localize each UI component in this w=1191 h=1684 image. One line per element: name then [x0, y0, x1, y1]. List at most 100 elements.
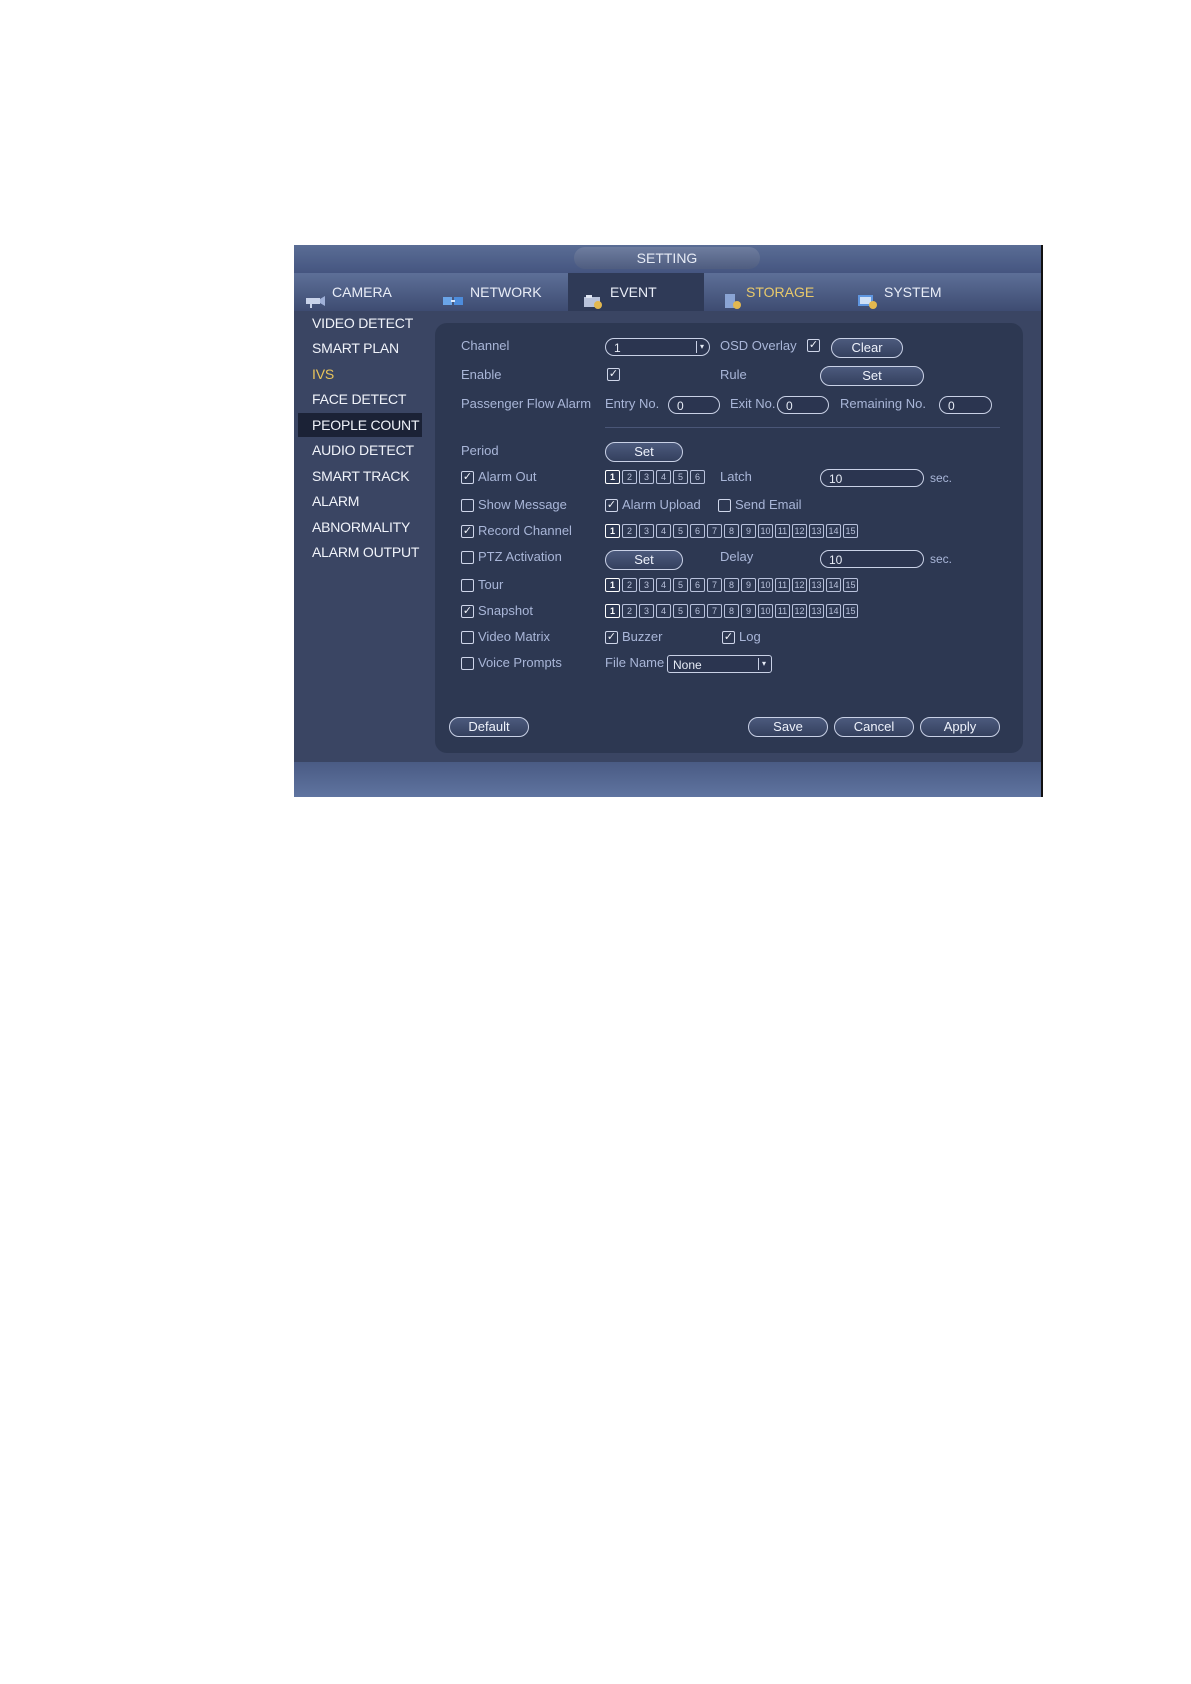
entry-no-input[interactable]: 0	[668, 396, 720, 414]
tab-event[interactable]: EVENT	[568, 273, 704, 311]
tab-network[interactable]: NETWORK	[442, 273, 562, 311]
record-channel-15[interactable]: 15	[843, 524, 858, 538]
sidebar-item-ivs[interactable]: IVS	[312, 366, 334, 382]
latch-input[interactable]: 10	[820, 469, 924, 487]
tour-channel-15[interactable]: 15	[843, 578, 858, 592]
snapshot-channel-1[interactable]: 1	[605, 604, 620, 618]
remaining-no-input[interactable]: 0	[939, 396, 992, 414]
record-channel-13[interactable]: 13	[809, 524, 824, 538]
tour-channel-2[interactable]: 2	[622, 578, 637, 592]
snapshot-channel-12[interactable]: 12	[792, 604, 807, 618]
snapshot-channel-3[interactable]: 3	[639, 604, 654, 618]
alarm-out-channel-2[interactable]: 2	[622, 470, 637, 484]
alarm-out-channel-5[interactable]: 5	[673, 470, 688, 484]
tab-camera[interactable]: CAMERA	[304, 273, 414, 311]
tour-channel-3[interactable]: 3	[639, 578, 654, 592]
record-channel-2[interactable]: 2	[622, 524, 637, 538]
snapshot-channel-8[interactable]: 8	[724, 604, 739, 618]
alarm-upload-checkbox[interactable]: ✓	[605, 499, 618, 512]
camera-icon	[304, 285, 326, 309]
tour-channel-7[interactable]: 7	[707, 578, 722, 592]
record-channel-5[interactable]: 5	[673, 524, 688, 538]
apply-button[interactable]: Apply	[920, 717, 1000, 737]
tab-storage[interactable]: STORAGE	[722, 273, 842, 311]
snapshot-channel-4[interactable]: 4	[656, 604, 671, 618]
tour-channel-11[interactable]: 11	[775, 578, 790, 592]
cancel-button[interactable]: Cancel	[834, 717, 914, 737]
show-message-checkbox[interactable]	[461, 499, 474, 512]
sidebar-item-smart-track[interactable]: SMART TRACK	[312, 468, 410, 484]
record-channel-3[interactable]: 3	[639, 524, 654, 538]
log-checkbox[interactable]: ✓	[722, 631, 735, 644]
tour-channel-4[interactable]: 4	[656, 578, 671, 592]
voice-prompts-checkbox[interactable]	[461, 657, 474, 670]
record-channel-12[interactable]: 12	[792, 524, 807, 538]
record-channel-1[interactable]: 1	[605, 524, 620, 538]
alarm-out-channel-4[interactable]: 4	[656, 470, 671, 484]
record-channel-6[interactable]: 6	[690, 524, 705, 538]
snapshot-channel-9[interactable]: 9	[741, 604, 756, 618]
video-matrix-checkbox[interactable]	[461, 631, 474, 644]
record-channel-8[interactable]: 8	[724, 524, 739, 538]
tour-channel-6[interactable]: 6	[690, 578, 705, 592]
tour-channel-10[interactable]: 10	[758, 578, 773, 592]
record-channel-11[interactable]: 11	[775, 524, 790, 538]
tour-channel-12[interactable]: 12	[792, 578, 807, 592]
log-label: Log	[739, 629, 761, 644]
alarm-out-channel-3[interactable]: 3	[639, 470, 654, 484]
rule-set-button[interactable]: Set	[820, 366, 924, 386]
clear-button[interactable]: Clear	[831, 338, 903, 358]
snapshot-channel-2[interactable]: 2	[622, 604, 637, 618]
sidebar-item-alarm-output[interactable]: ALARM OUTPUT	[312, 544, 419, 560]
tour-channel-14[interactable]: 14	[826, 578, 841, 592]
record-channel-checkbox[interactable]: ✓	[461, 525, 474, 538]
alarm-out-checkbox[interactable]: ✓	[461, 471, 474, 484]
sidebar-item-abnormality[interactable]: ABNORMALITY	[312, 519, 410, 535]
tour-channel-1[interactable]: 1	[605, 578, 620, 592]
record-channel-10[interactable]: 10	[758, 524, 773, 538]
alarm-out-channel-6[interactable]: 6	[690, 470, 705, 484]
record-channel-14[interactable]: 14	[826, 524, 841, 538]
snapshot-channel-10[interactable]: 10	[758, 604, 773, 618]
tour-channel-8[interactable]: 8	[724, 578, 739, 592]
snapshot-channel-14[interactable]: 14	[826, 604, 841, 618]
buzzer-checkbox[interactable]: ✓	[605, 631, 618, 644]
tour-channel-9[interactable]: 9	[741, 578, 756, 592]
tab-system[interactable]: SYSTEM	[856, 273, 976, 311]
tour-checkbox[interactable]	[461, 579, 474, 592]
default-button[interactable]: Default	[449, 717, 529, 737]
snapshot-channel-6[interactable]: 6	[690, 604, 705, 618]
period-set-button[interactable]: Set	[605, 442, 683, 462]
file-name-select[interactable]: None ▾	[667, 655, 772, 673]
sidebar-item-alarm[interactable]: ALARM	[312, 493, 359, 509]
channel-select[interactable]: 1 ▾	[605, 338, 710, 356]
snapshot-channel-15[interactable]: 15	[843, 604, 858, 618]
osd-overlay-checkbox[interactable]: ✓	[807, 339, 820, 352]
snapshot-channel-7[interactable]: 7	[707, 604, 722, 618]
record-channel-9[interactable]: 9	[741, 524, 756, 538]
snapshot-channel-5[interactable]: 5	[673, 604, 688, 618]
sidebar-item-people-count[interactable]: PEOPLE COUNT	[298, 413, 422, 437]
send-email-checkbox[interactable]	[718, 499, 731, 512]
delay-input[interactable]: 10	[820, 550, 924, 568]
sidebar-item-face-detect[interactable]: FACE DETECT	[312, 391, 406, 407]
sidebar-item-audio-detect[interactable]: AUDIO DETECT	[312, 442, 414, 458]
record-channel-7[interactable]: 7	[707, 524, 722, 538]
alarm-out-channel-1[interactable]: 1	[605, 470, 620, 484]
save-button[interactable]: Save	[748, 717, 828, 737]
sidebar-item-smart-plan[interactable]: SMART PLAN	[312, 340, 399, 356]
ptz-activation-checkbox[interactable]	[461, 551, 474, 564]
sidebar-item-video-detect[interactable]: VIDEO DETECT	[312, 315, 413, 331]
tour-channel-5[interactable]: 5	[673, 578, 688, 592]
alarm-out-channels: 1 2 3 4 5 6	[605, 470, 705, 484]
snapshot-channel-11[interactable]: 11	[775, 604, 790, 618]
record-channel-4[interactable]: 4	[656, 524, 671, 538]
ptz-set-button[interactable]: Set	[605, 550, 683, 570]
ptz-activation-label: PTZ Activation	[478, 549, 562, 564]
buzzer-label: Buzzer	[622, 629, 663, 644]
snapshot-checkbox[interactable]: ✓	[461, 605, 474, 618]
exit-no-input[interactable]: 0	[777, 396, 829, 414]
snapshot-channel-13[interactable]: 13	[809, 604, 824, 618]
tour-channel-13[interactable]: 13	[809, 578, 824, 592]
enable-checkbox[interactable]: ✓	[607, 368, 620, 381]
